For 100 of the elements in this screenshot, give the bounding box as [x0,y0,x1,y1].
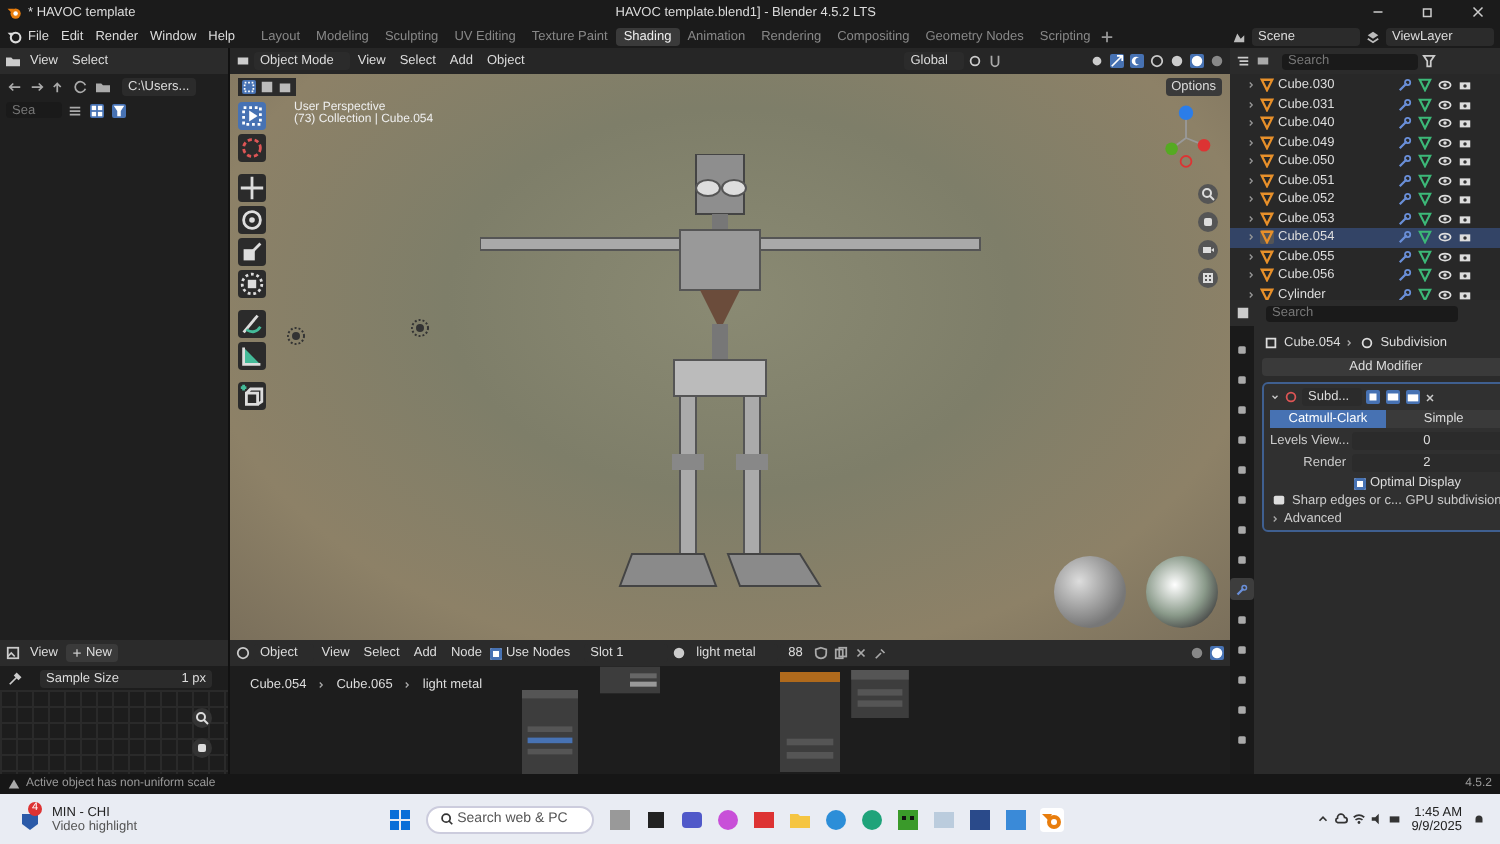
shader-node-drawing[interactable] [850,670,910,718]
properties-icon[interactable] [1236,306,1250,320]
material-sphere-icon[interactable] [672,646,687,660]
shader-node-drawing[interactable] [520,690,580,774]
scale-icon[interactable] [238,238,266,266]
grid-icon[interactable] [1198,268,1218,288]
image-icon[interactable] [6,646,20,660]
pin-icon[interactable] [874,646,889,660]
battery-icon[interactable] [1387,812,1402,826]
cursor-icon[interactable] [238,134,266,162]
eye-icon[interactable] [1438,287,1452,302]
material-shading-icon[interactable] [1190,54,1204,68]
shader-node-drawing[interactable] [780,670,840,774]
layers-icon[interactable] [1366,29,1380,43]
grid-view-icon[interactable] [90,103,104,117]
eyedropper-icon[interactable] [8,671,22,685]
shader-node-drawing[interactable] [600,666,660,694]
camera-icon[interactable] [1458,97,1472,112]
camera-icon[interactable] [1458,135,1472,150]
snap-icon[interactable] [988,54,1002,68]
duplicate-icon[interactable] [834,646,849,660]
speaker-icon[interactable] [1369,812,1384,826]
refresh-icon[interactable] [74,79,88,93]
gizmo-icon[interactable] [1110,54,1124,68]
wifi-icon[interactable] [1351,812,1366,826]
eye-icon[interactable] [1438,97,1452,112]
tab-icon [1236,463,1248,475]
eye-icon[interactable] [1438,249,1452,264]
edit-mode-icon[interactable] [1366,390,1380,404]
eye-icon[interactable] [1438,192,1452,207]
search-icon[interactable] [439,812,454,826]
visibility-icon[interactable] [1090,54,1104,68]
light-icon[interactable] [410,318,430,338]
camera-icon[interactable] [1458,249,1472,264]
parent-folder-icon[interactable] [52,79,66,93]
eye-icon[interactable] [1438,116,1452,131]
annotate-icon[interactable] [238,310,266,338]
shield-icon[interactable] [814,646,829,660]
overlay-icon[interactable] [1130,54,1144,68]
bell-icon[interactable] [1472,812,1486,826]
eye-icon[interactable] [1438,230,1452,245]
eye-icon[interactable] [1438,268,1452,283]
scene-icon[interactable] [1232,29,1246,43]
windows-logo-icon[interactable] [387,807,412,831]
chevron-up-icon[interactable] [1315,812,1330,826]
solid-shading-icon[interactable] [1170,54,1184,68]
close-icon[interactable] [854,646,869,660]
editor-type-icon[interactable] [236,54,250,68]
outliner-icon[interactable] [1236,54,1250,68]
close-icon[interactable] [1424,391,1436,403]
zoom-icon[interactable] [192,707,212,727]
light-icon[interactable] [286,326,306,346]
camera-icon[interactable] [1458,116,1472,131]
eye-icon[interactable] [1438,211,1452,226]
eye-icon[interactable] [1438,78,1452,93]
camera-icon[interactable] [1458,173,1472,188]
display-mode-icon[interactable] [1256,54,1270,68]
wrench-icon [1398,78,1412,93]
app-icon[interactable] [895,807,920,831]
folder-icon[interactable] [6,54,20,68]
add-cube-icon[interactable] [238,382,266,410]
rotate-icon[interactable] [238,206,266,234]
camera-icon[interactable] [1458,268,1472,283]
camera-icon[interactable] [1198,240,1218,260]
wireframe-shading-icon[interactable] [1150,54,1164,68]
overlay-icon[interactable] [1190,646,1204,660]
eye-icon[interactable] [1438,135,1452,150]
eye-icon[interactable] [1438,154,1452,169]
move-icon[interactable] [238,174,266,202]
browser-icon[interactable] [859,807,884,831]
filter-icon[interactable] [1422,54,1436,68]
new-folder-icon[interactable] [96,79,110,93]
add-icon[interactable] [1100,29,1115,43]
camera-icon[interactable] [1458,192,1472,207]
app-icon[interactable] [967,807,992,831]
pivot-icon[interactable] [968,54,982,68]
camera-icon[interactable] [1458,78,1472,93]
rendered-shading-icon[interactable] [1210,54,1224,68]
measure-icon[interactable] [238,342,266,370]
camera-icon[interactable] [1458,211,1472,226]
blender-logo-icon[interactable] [6,28,22,44]
transform-icon[interactable] [238,270,266,298]
list-view-icon[interactable] [68,103,82,117]
filter-icon[interactable] [112,103,126,117]
eye-icon[interactable] [1438,173,1452,188]
camera-icon[interactable] [1458,287,1472,302]
camera-icon[interactable] [1406,390,1420,404]
camera-icon[interactable] [1458,154,1472,169]
back-arrow-icon[interactable] [8,79,22,93]
cloud-icon[interactable] [1333,812,1348,826]
select-box-icon[interactable] [238,102,266,130]
display-icon[interactable] [1386,390,1400,404]
properties-tab[interactable] [1230,578,1254,600]
app-icon[interactable] [643,807,668,831]
zoom-icon[interactable] [1198,184,1218,204]
forward-arrow-icon[interactable] [30,79,44,93]
node-editor-icon[interactable] [236,646,250,660]
tab-icon [1236,553,1248,565]
camera-icon[interactable] [1458,230,1472,245]
overlay-icon[interactable] [1210,646,1224,660]
